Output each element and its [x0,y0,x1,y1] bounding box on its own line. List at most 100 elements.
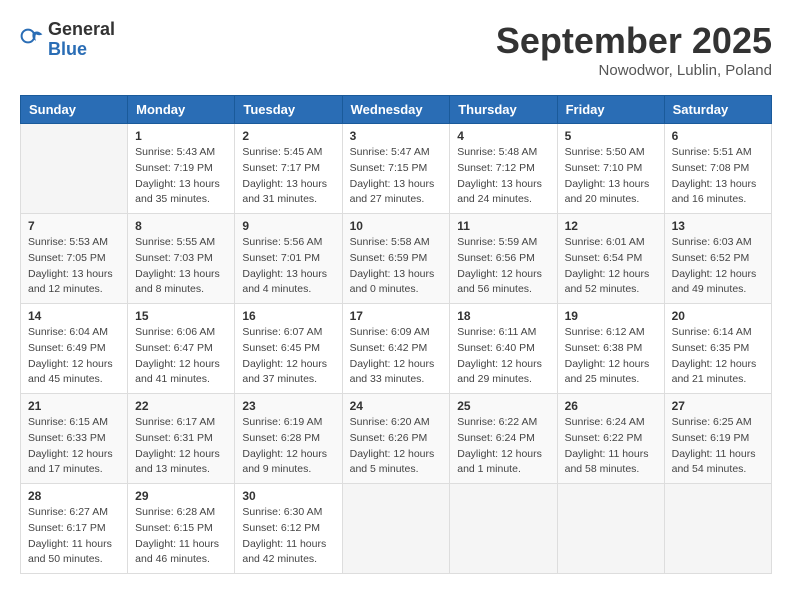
day-info: Sunrise: 6:30 AM Sunset: 6:12 PM Dayligh… [242,505,334,568]
day-info: Sunrise: 6:22 AM Sunset: 6:24 PM Dayligh… [457,415,549,478]
day-number: 27 [672,399,764,413]
day-number: 5 [565,129,657,143]
day-number: 30 [242,489,334,503]
calendar-cell: 9 Sunrise: 5:56 AM Sunset: 7:01 PM Daylig… [235,214,342,304]
calendar-cell: 5 Sunrise: 5:50 AM Sunset: 7:10 PM Daylig… [557,124,664,214]
calendar-cell [557,484,664,574]
day-number: 20 [672,309,764,323]
day-info: Sunrise: 5:51 AM Sunset: 7:08 PM Dayligh… [672,145,764,208]
day-info: Sunrise: 6:04 AM Sunset: 6:49 PM Dayligh… [28,325,120,388]
day-info: Sunrise: 6:14 AM Sunset: 6:35 PM Dayligh… [672,325,764,388]
month-title: September 2025 [496,20,772,62]
day-number: 3 [350,129,443,143]
day-info: Sunrise: 6:12 AM Sunset: 6:38 PM Dayligh… [565,325,657,388]
day-info: Sunrise: 6:11 AM Sunset: 6:40 PM Dayligh… [457,325,549,388]
day-number: 4 [457,129,549,143]
day-number: 23 [242,399,334,413]
day-number: 2 [242,129,334,143]
day-number: 8 [135,219,227,233]
day-number: 6 [672,129,764,143]
calendar-cell: 3 Sunrise: 5:47 AM Sunset: 7:15 PM Daylig… [342,124,450,214]
calendar-cell: 6 Sunrise: 5:51 AM Sunset: 7:08 PM Daylig… [664,124,771,214]
calendar-cell [450,484,557,574]
weekday-header-tuesday: Tuesday [235,96,342,124]
calendar-cell: 22Sunrise: 6:17 AM Sunset: 6:31 PM Dayli… [128,394,235,484]
day-info: Sunrise: 6:20 AM Sunset: 6:26 PM Dayligh… [350,415,443,478]
page-header: General Blue September 2025 Nowodwor, Lu… [20,20,772,79]
day-info: Sunrise: 6:27 AM Sunset: 6:17 PM Dayligh… [28,505,120,568]
calendar-cell: 10Sunrise: 5:58 AM Sunset: 6:59 PM Dayli… [342,214,450,304]
day-number: 29 [135,489,227,503]
calendar-cell: 18 Sunrise: 6:11 AM Sunset: 6:40 PM Dayli… [450,304,557,394]
calendar-cell [21,124,128,214]
weekday-header-sunday: Sunday [21,96,128,124]
day-info: Sunrise: 6:28 AM Sunset: 6:15 PM Dayligh… [135,505,227,568]
day-info: Sunrise: 6:07 AM Sunset: 6:45 PM Dayligh… [242,325,334,388]
day-number: 11 [457,219,549,233]
day-number: 13 [672,219,764,233]
calendar-cell: 11Sunrise: 5:59 AM Sunset: 6:56 PM Dayli… [450,214,557,304]
logo-text: General Blue [48,20,115,60]
calendar-cell: 24 Sunrise: 6:20 AM Sunset: 6:26 PM Dayli… [342,394,450,484]
day-info: Sunrise: 5:48 AM Sunset: 7:12 PM Dayligh… [457,145,549,208]
day-number: 10 [350,219,443,233]
calendar-cell: 15Sunrise: 6:06 AM Sunset: 6:47 PM Dayli… [128,304,235,394]
calendar-cell: 8 Sunrise: 5:55 AM Sunset: 7:03 PM Daylig… [128,214,235,304]
day-number: 24 [350,399,443,413]
calendar-cell: 19 Sunrise: 6:12 AM Sunset: 6:38 PM Dayli… [557,304,664,394]
day-info: Sunrise: 6:25 AM Sunset: 6:19 PM Dayligh… [672,415,764,478]
day-info: Sunrise: 6:15 AM Sunset: 6:33 PM Dayligh… [28,415,120,478]
day-info: Sunrise: 5:53 AM Sunset: 7:05 PM Dayligh… [28,235,120,298]
day-number: 1 [135,129,227,143]
calendar-cell: 16Sunrise: 6:07 AM Sunset: 6:45 PM Dayli… [235,304,342,394]
day-info: Sunrise: 6:01 AM Sunset: 6:54 PM Dayligh… [565,235,657,298]
day-info: Sunrise: 5:56 AM Sunset: 7:01 PM Dayligh… [242,235,334,298]
day-info: Sunrise: 6:24 AM Sunset: 6:22 PM Dayligh… [565,415,657,478]
calendar-cell [342,484,450,574]
calendar-cell: 12Sunrise: 6:01 AM Sunset: 6:54 PM Dayli… [557,214,664,304]
day-info: Sunrise: 5:55 AM Sunset: 7:03 PM Dayligh… [135,235,227,298]
day-info: Sunrise: 5:50 AM Sunset: 7:10 PM Dayligh… [565,145,657,208]
weekday-header-wednesday: Wednesday [342,96,450,124]
day-number: 7 [28,219,120,233]
day-info: Sunrise: 5:45 AM Sunset: 7:17 PM Dayligh… [242,145,334,208]
day-number: 25 [457,399,549,413]
week-row-1: 1Sunrise: 5:43 AM Sunset: 7:19 PM Daylig… [21,124,772,214]
calendar-cell: 21 Sunrise: 6:15 AM Sunset: 6:33 PM Dayli… [21,394,128,484]
day-number: 26 [565,399,657,413]
calendar-cell: 28Sunrise: 6:27 AM Sunset: 6:17 PM Dayli… [21,484,128,574]
logo-general: General [48,20,115,40]
day-number: 17 [350,309,443,323]
weekday-header-monday: Monday [128,96,235,124]
weekday-header-friday: Friday [557,96,664,124]
calendar-cell: 29 Sunrise: 6:28 AM Sunset: 6:15 PM Dayli… [128,484,235,574]
logo-blue: Blue [48,40,115,60]
week-row-5: 28Sunrise: 6:27 AM Sunset: 6:17 PM Dayli… [21,484,772,574]
day-number: 18 [457,309,549,323]
calendar-cell: 2 Sunrise: 5:45 AM Sunset: 7:17 PM Daylig… [235,124,342,214]
calendar-cell: 14Sunrise: 6:04 AM Sunset: 6:49 PM Dayli… [21,304,128,394]
weekday-header-thursday: Thursday [450,96,557,124]
day-info: Sunrise: 6:03 AM Sunset: 6:52 PM Dayligh… [672,235,764,298]
title-section: September 2025 Nowodwor, Lublin, Poland [496,20,772,79]
calendar-cell: 26 Sunrise: 6:24 AM Sunset: 6:22 PM Dayli… [557,394,664,484]
logo: General Blue [20,20,115,60]
calendar-header: SundayMondayTuesdayWednesdayThursdayFrid… [21,96,772,124]
day-number: 21 [28,399,120,413]
calendar-body: 1Sunrise: 5:43 AM Sunset: 7:19 PM Daylig… [21,124,772,574]
day-info: Sunrise: 6:09 AM Sunset: 6:42 PM Dayligh… [350,325,443,388]
calendar: SundayMondayTuesdayWednesdayThursdayFrid… [20,95,772,574]
day-number: 9 [242,219,334,233]
calendar-cell: 13 Sunrise: 6:03 AM Sunset: 6:52 PM Dayli… [664,214,771,304]
location: Nowodwor, Lublin, Poland [496,62,772,79]
week-row-4: 21 Sunrise: 6:15 AM Sunset: 6:33 PM Dayli… [21,394,772,484]
day-number: 15 [135,309,227,323]
day-info: Sunrise: 5:47 AM Sunset: 7:15 PM Dayligh… [350,145,443,208]
day-number: 22 [135,399,227,413]
weekday-header-saturday: Saturday [664,96,771,124]
week-row-2: 7 Sunrise: 5:53 AM Sunset: 7:05 PM Daylig… [21,214,772,304]
calendar-cell: 27 Sunrise: 6:25 AM Sunset: 6:19 PM Dayli… [664,394,771,484]
day-number: 19 [565,309,657,323]
weekday-row: SundayMondayTuesdayWednesdayThursdayFrid… [21,96,772,124]
calendar-cell: 25 Sunrise: 6:22 AM Sunset: 6:24 PM Dayli… [450,394,557,484]
